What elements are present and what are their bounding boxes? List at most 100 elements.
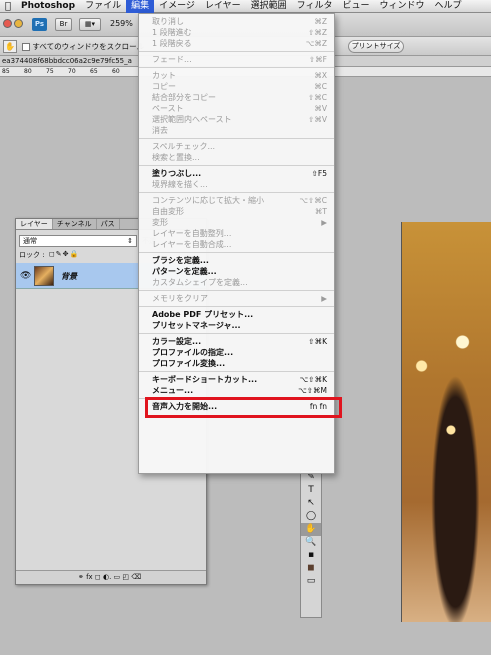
menu-bar:  Photoshopファイル編集イメージレイヤー選択範囲フィルタビューウィンド… bbox=[0, 0, 491, 13]
apple-icon[interactable]:  bbox=[0, 1, 16, 12]
menu-item-label: プロファイル変換... bbox=[152, 359, 226, 368]
ruler-tick-label: 70 bbox=[68, 68, 76, 75]
menu-item: 境界線を描く... bbox=[139, 179, 334, 190]
menu-item[interactable]: 塗りつぶし... ⇧F5 bbox=[139, 168, 334, 179]
menu-edit[interactable]: 編集 bbox=[126, 0, 155, 13]
menu-item-label: プリセットマネージャ... bbox=[152, 321, 241, 330]
menu-item-shortcut: ⇧⌘F bbox=[308, 55, 327, 64]
default-colors-icon[interactable]: ▪ bbox=[301, 549, 321, 562]
menu-item-shortcut: ⌥⌘Z bbox=[305, 39, 327, 48]
foreground-color-swatch[interactable]: ◼ bbox=[301, 562, 321, 575]
menu-item[interactable]: プロファイル変換... bbox=[139, 358, 334, 369]
menu-item-shortcut: ⇧F5 bbox=[311, 169, 327, 178]
menu-item: 消去 bbox=[139, 125, 334, 136]
menu-item-label: レイヤーを自動整列... bbox=[152, 229, 232, 238]
menu-window[interactable]: ウィンドウ bbox=[375, 0, 430, 13]
menu-item-shortcut: ⌥⇧⌘K bbox=[299, 375, 327, 384]
ruler-tick-label: 85 bbox=[2, 68, 10, 75]
menu-item-label: 消去 bbox=[152, 126, 168, 135]
zoom-tool-icon[interactable]: 🔍 bbox=[301, 536, 321, 549]
menu-item-label: レイヤーを自動合成... bbox=[152, 240, 232, 249]
menu-item-label: 1 段階進む bbox=[152, 28, 192, 37]
menu-item[interactable]: パターンを定義... bbox=[139, 266, 334, 277]
menu-item-shortcut: ⌥⇧⌘M bbox=[298, 386, 327, 395]
type-tool-icon[interactable]: T bbox=[301, 484, 321, 497]
layer-footer-icons[interactable]: ⚭ fx ◻ ◐. ▭ ◰ ⌫ bbox=[78, 573, 141, 581]
menu-item: 検索と置換... bbox=[139, 152, 334, 163]
menu-item: カスタムシェイプを定義... bbox=[139, 277, 334, 288]
menu-item: レイヤーを自動整列... bbox=[139, 228, 334, 239]
menu-item-label: 自由変形 bbox=[152, 207, 184, 216]
path-selection-tool-icon[interactable]: ↖ bbox=[301, 497, 321, 510]
menu-item-label: メモリをクリア bbox=[152, 294, 208, 303]
menu-item: 変形 ▶ bbox=[139, 217, 334, 228]
menu-item-label: Adobe PDF プリセット... bbox=[152, 310, 254, 319]
menu-item-label: 塗りつぶし... bbox=[152, 169, 202, 178]
ruler-tick-label: 80 bbox=[24, 68, 32, 75]
menu-item-shortcut: ⌥⇧⌘C bbox=[299, 196, 327, 205]
menu-image[interactable]: イメージ bbox=[154, 0, 200, 13]
layer-name: 背景 bbox=[61, 272, 77, 281]
view-extras-button[interactable]: ▦▾ bbox=[79, 18, 101, 31]
menu-filter[interactable]: フィルタ bbox=[292, 0, 338, 13]
menu-file[interactable]: ファイル bbox=[80, 0, 126, 13]
menu-item-label: カラー設定... bbox=[152, 337, 202, 346]
quick-mask-icon[interactable]: ▭ bbox=[301, 575, 321, 588]
menu-item[interactable]: プリセットマネージャ... bbox=[139, 320, 334, 331]
layers-panel-footer: ⚭ fx ◻ ◐. ▭ ◰ ⌫ bbox=[16, 570, 206, 584]
menu-help[interactable]: ヘルプ bbox=[430, 0, 467, 13]
menu-item-label: コンテンツに応じて拡大・縮小 bbox=[152, 196, 264, 205]
menu-item[interactable]: Adobe PDF プリセット... bbox=[139, 309, 334, 320]
zoom-level[interactable]: 259% bbox=[110, 19, 133, 28]
menu-item-label: キーボードショートカット... bbox=[152, 375, 258, 384]
blend-mode-value: 通常 bbox=[23, 237, 37, 245]
launch-bridge-button[interactable]: Br bbox=[55, 18, 72, 31]
menu-item-shortcut: ⇧⌘K bbox=[308, 337, 327, 346]
menu-item[interactable]: ブラシを定義... bbox=[139, 255, 334, 266]
menu-item-shortcut: ⌘X bbox=[314, 71, 327, 80]
menu-item: ペースト ⌘V bbox=[139, 103, 334, 114]
menu-item[interactable]: メニュー... ⌥⇧⌘M bbox=[139, 385, 334, 396]
menu-item-label: 選択範囲内へペースト bbox=[152, 115, 232, 124]
ruler-tick-label: 60 bbox=[112, 68, 120, 75]
hand-tool-icon[interactable]: ✋ bbox=[301, 523, 321, 536]
tab-layers[interactable]: レイヤー bbox=[16, 219, 53, 229]
menu-item-label: パターンを定義... bbox=[152, 267, 217, 276]
close-window-icon[interactable] bbox=[3, 19, 12, 28]
eye-icon[interactable]: 👁 bbox=[20, 271, 31, 281]
menu-view[interactable]: ビュー bbox=[338, 0, 375, 13]
scroll-all-checkbox[interactable] bbox=[22, 43, 30, 51]
menu-item-label: カット bbox=[152, 71, 176, 80]
menu-select[interactable]: 選択範囲 bbox=[246, 0, 292, 13]
print-size-button[interactable]: プリントサイズ bbox=[348, 40, 404, 53]
tab-channels[interactable]: チャンネル bbox=[53, 219, 97, 229]
scroll-all-windows-option[interactable]: すべてのウィンドウをスクロール bbox=[22, 41, 144, 52]
document-canvas-image[interactable] bbox=[401, 222, 491, 622]
hand-tool-preset-icon[interactable]: ✋ bbox=[3, 40, 17, 53]
menu-photoshop[interactable]: Photoshop bbox=[16, 0, 80, 13]
menu-item: 結合部分をコピー ⇧⌘C bbox=[139, 92, 334, 103]
menu-item[interactable]: カラー設定... ⇧⌘K bbox=[139, 336, 334, 347]
tab-paths[interactable]: パス bbox=[97, 219, 120, 229]
menu-item: コンテンツに応じて拡大・縮小 ⌥⇧⌘C bbox=[139, 195, 334, 206]
menu-item: スペルチェック... bbox=[139, 141, 334, 152]
menu-item-label: コピー bbox=[152, 82, 176, 91]
menu-item-label: 1 段階戻る bbox=[152, 39, 192, 48]
menu-item-label: ペースト bbox=[152, 104, 184, 113]
ruler-tick-label: 75 bbox=[46, 68, 54, 75]
menu-item: 取り消し ⌘Z bbox=[139, 16, 334, 27]
blend-mode-select[interactable]: 通常 ⇕ bbox=[19, 235, 137, 247]
layer-thumbnail bbox=[34, 266, 54, 286]
lock-label: ロック : bbox=[19, 251, 45, 259]
menu-item: 1 段階進む ⇧⌘Z bbox=[139, 27, 334, 38]
menu-item[interactable]: キーボードショートカット... ⌥⇧⌘K bbox=[139, 374, 334, 385]
lock-icons[interactable]: ◻✎✥🔒 bbox=[49, 250, 79, 258]
menu-item: 選択範囲内へペースト ⇧⌘V bbox=[139, 114, 334, 125]
minimize-window-icon[interactable] bbox=[14, 19, 23, 28]
menu-item[interactable]: プロファイルの指定... bbox=[139, 347, 334, 358]
tools-panel: ✎ T ↖ ◯ ✋ 🔍 ▪ ◼ ▭ bbox=[300, 470, 322, 618]
menu-layer[interactable]: レイヤー bbox=[200, 0, 246, 13]
menu-item-shortcut: ⌘Z bbox=[314, 17, 327, 26]
ellipse-tool-icon[interactable]: ◯ bbox=[301, 510, 321, 523]
menu-item-shortcut: ⇧⌘V bbox=[308, 115, 327, 124]
